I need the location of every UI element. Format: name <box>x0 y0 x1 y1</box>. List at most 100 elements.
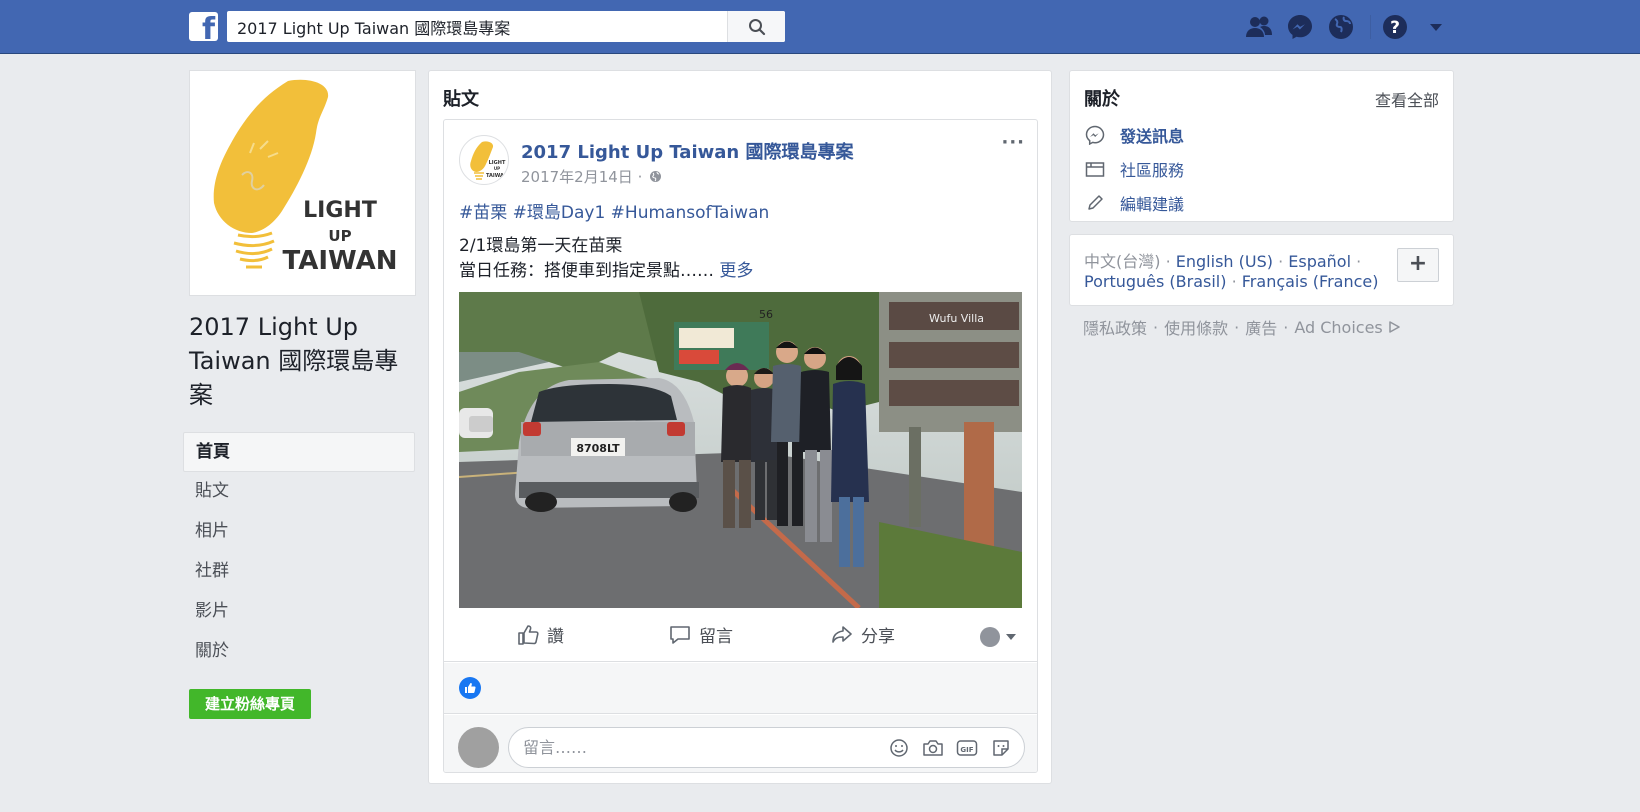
camera-icon[interactable] <box>922 737 944 759</box>
post-text-line1: 2/1環島第一天在苗栗 <box>459 236 623 256</box>
logo-text-line1: LIGHT <box>303 198 377 223</box>
svg-text:TAIWAN: TAIWAN <box>486 173 508 179</box>
language-current: 中文(台灣) <box>1084 252 1161 271</box>
category-link[interactable]: 社區服務 <box>1084 157 1184 181</box>
user-avatar <box>458 727 499 768</box>
comment-box: GIF <box>508 727 1025 768</box>
globe-icon[interactable] <box>1327 13 1355 41</box>
post-text-line2-content: 當日任務：搭便車到指定景點…… <box>459 261 714 281</box>
like-label: 讚 <box>547 627 564 647</box>
send-message-label: 發送訊息 <box>1120 127 1185 146</box>
nav-item-about[interactable]: 關於 <box>183 632 415 672</box>
about-title: 關於 <box>1084 89 1120 110</box>
messenger-icon <box>1084 124 1106 146</box>
nav-item-videos[interactable]: 影片 <box>183 592 415 632</box>
nav-item-photos[interactable]: 相片 <box>183 512 415 552</box>
messenger-icon[interactable] <box>1286 13 1314 41</box>
suggest-edits-label: 編輯建議 <box>1120 195 1185 214</box>
search-button[interactable] <box>727 11 785 42</box>
ad-choices-icon[interactable] <box>1387 320 1401 334</box>
light-up-taiwan-logo: LIGHT UP TAIWAN <box>213 79 398 276</box>
photo-sign-text: Wufu Villa <box>929 312 984 325</box>
post-hashtags[interactable]: #苗栗 #環島Day1 #HumansofTaiwan <box>459 198 769 223</box>
search-bar <box>227 11 785 42</box>
separator: · <box>1165 252 1176 271</box>
photo-license-plate: 8708LT <box>576 442 620 455</box>
svg-text:GIF: GIF <box>960 746 973 754</box>
footer-links: 隱私政策 · 使用條款 · 廣告 · Ad Choices <box>1083 315 1401 339</box>
suggest-edits-link[interactable]: 編輯建議 <box>1084 191 1184 215</box>
see-all-link[interactable]: 查看全部 <box>1375 87 1439 111</box>
comment-input[interactable] <box>523 728 823 767</box>
about-card: 關於 查看全部 發送訊息 社區服務 編輯建議 <box>1069 70 1454 222</box>
post-photo[interactable]: Wufu Villa 56 8708LT <box>459 292 1022 608</box>
like-reaction-icon[interactable] <box>459 677 481 699</box>
send-message-link[interactable]: 發送訊息 <box>1084 123 1184 147</box>
separator: · <box>1153 317 1159 337</box>
divider <box>1370 15 1371 39</box>
share-label: 分享 <box>861 627 895 647</box>
ads-link[interactable]: 廣告 <box>1245 315 1277 339</box>
comment-composer: GIF <box>444 715 1037 772</box>
language-selector: 中文(台灣) · English (US) · Español · Portug… <box>1069 234 1454 306</box>
gif-icon[interactable]: GIF <box>956 737 978 759</box>
pencil-icon <box>1084 192 1106 214</box>
language-portuguese[interactable]: Português (Brasil) <box>1084 272 1227 291</box>
sticker-icon[interactable] <box>990 737 1012 759</box>
language-line-2: Português (Brasil) · Français (France) <box>1084 272 1378 291</box>
post-options-button[interactable]: ··· <box>1001 132 1025 153</box>
search-icon <box>748 18 765 35</box>
language-french[interactable]: Français (France) <box>1242 272 1379 291</box>
page-profile-picture[interactable]: LIGHT UP TAIWAN <box>189 70 416 296</box>
nav-item-posts[interactable]: 貼文 <box>183 472 415 512</box>
terms-link[interactable]: 使用條款 <box>1164 315 1228 339</box>
page-nav: 首頁 貼文 相片 社群 影片 關於 <box>183 432 415 672</box>
comment-button[interactable]: 留言 <box>669 622 733 647</box>
post-date-text: 2017年2月14日 · <box>521 168 643 186</box>
logo-text-line2: UP <box>328 227 351 245</box>
svg-text:UP: UP <box>494 166 500 171</box>
language-english[interactable]: English (US) <box>1176 252 1273 271</box>
add-language-button[interactable]: + <box>1397 248 1439 282</box>
post-as-selector[interactable] <box>979 626 1017 648</box>
emoji-icon[interactable] <box>888 737 910 759</box>
separator: · <box>1356 252 1362 271</box>
language-line-1: 中文(台灣) · English (US) · Español · <box>1084 248 1361 272</box>
caret-down-icon[interactable] <box>1422 13 1450 41</box>
logo-text-line3: TAIWAN <box>283 246 398 276</box>
separator: · <box>1231 272 1242 291</box>
ad-choices-link[interactable]: Ad Choices <box>1294 318 1382 337</box>
post-timestamp[interactable]: 2017年2月14日 · <box>521 166 662 187</box>
post-author-avatar[interactable]: LIGHT UP TAIWAN <box>459 135 509 185</box>
search-input[interactable] <box>227 11 727 42</box>
help-icon[interactable]: ? <box>1381 13 1409 41</box>
nav-item-community[interactable]: 社群 <box>183 552 415 592</box>
language-spanish[interactable]: Español <box>1288 252 1351 271</box>
category-icon <box>1084 158 1106 180</box>
post-action-bar: 讚 留言 分享 <box>444 610 1037 662</box>
svg-text:?: ? <box>1390 18 1400 38</box>
post-author-name[interactable]: 2017 Light Up Taiwan 國際環島專案 <box>521 138 853 164</box>
page-title: 2017 Light Up Taiwan 國際環島專案 <box>189 313 399 409</box>
posts-section: 貼文 LIGHT UP TAIWAN 2017 Light Up Taiwan … <box>428 70 1052 784</box>
privacy-link[interactable]: 隱私政策 <box>1083 315 1147 339</box>
create-page-button[interactable]: 建立粉絲專頁 <box>189 689 311 719</box>
separator: · <box>1283 317 1289 337</box>
comment-icon <box>669 624 691 646</box>
see-more-link[interactable]: 更多 <box>719 261 753 281</box>
post-card: LIGHT UP TAIWAN 2017 Light Up Taiwan 國際環… <box>443 119 1038 773</box>
comment-label: 留言 <box>699 627 733 647</box>
thumbs-up-icon <box>517 624 539 646</box>
nav-item-home[interactable]: 首頁 <box>183 432 415 472</box>
friends-icon[interactable] <box>1245 13 1273 41</box>
like-button[interactable]: 讚 <box>517 622 564 647</box>
separator: · <box>1278 252 1289 271</box>
share-icon <box>831 624 853 646</box>
section-title: 貼文 <box>443 89 479 110</box>
facebook-logo-icon[interactable]: f <box>189 12 218 41</box>
reaction-summary <box>444 663 1037 714</box>
caret-down-icon <box>1006 634 1016 640</box>
photo-sign-number: 56 <box>759 308 773 321</box>
share-button[interactable]: 分享 <box>831 622 895 647</box>
top-bar: f 2017 Light Up Taiwan 國際環島專案 ? <box>0 0 1640 54</box>
